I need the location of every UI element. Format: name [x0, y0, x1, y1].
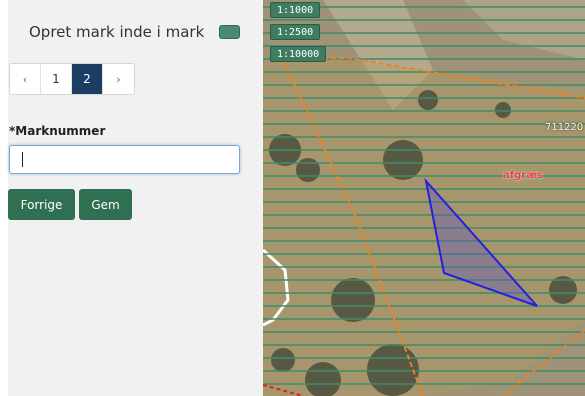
field-number-label: 711220 — [545, 122, 584, 133]
marknummer-label: *Marknummer — [9, 124, 106, 138]
chevron-left-icon[interactable]: ‹ — [10, 64, 41, 94]
panel-title: Opret mark inde i mark — [29, 23, 205, 41]
text-cursor — [22, 152, 23, 167]
marknummer-input[interactable] — [9, 145, 240, 174]
scale-1000-button[interactable]: 1:1000 — [270, 2, 321, 18]
crop-label: afgræs — [503, 170, 543, 181]
chevron-right-icon[interactable]: › — [103, 64, 134, 94]
save-button[interactable]: Gem — [79, 189, 132, 220]
pagination: ‹ 1 2 › — [9, 63, 135, 95]
page-2-button[interactable]: 2 — [72, 64, 103, 94]
color-swatch[interactable] — [219, 25, 240, 39]
scale-2500-button[interactable]: 1:2500 — [270, 24, 321, 40]
page-1-button[interactable]: 1 — [41, 64, 72, 94]
scale-10000-button[interactable]: 1:10000 — [270, 46, 327, 62]
previous-button[interactable]: Forrige — [8, 189, 75, 220]
